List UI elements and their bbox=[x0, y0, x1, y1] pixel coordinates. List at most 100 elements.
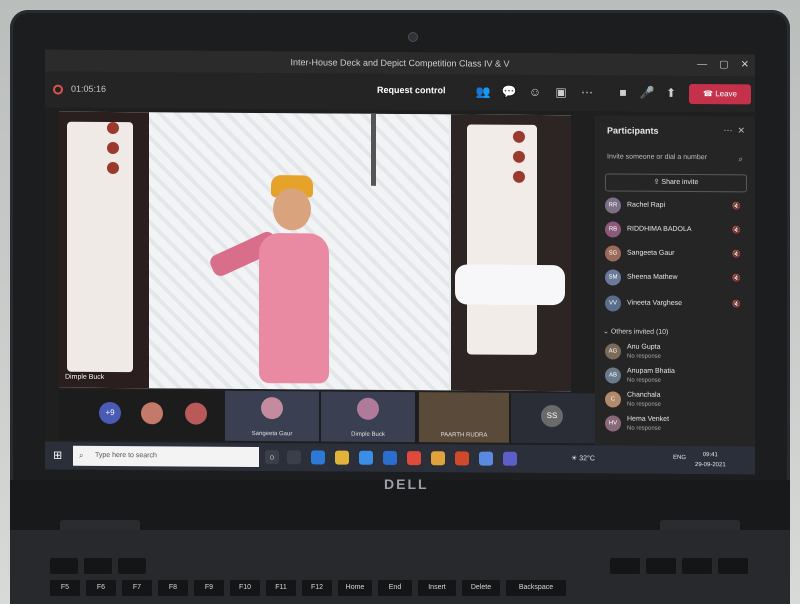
request-control-button[interactable]: Request control bbox=[377, 85, 446, 95]
invited-status: No response bbox=[627, 425, 662, 432]
mic-off-icon[interactable]: 🎤 bbox=[639, 85, 655, 101]
minimize-icon[interactable]: — bbox=[697, 54, 707, 76]
participant-row[interactable]: SG Sangeeta Gaur 🔇 bbox=[603, 243, 751, 266]
app-icon[interactable] bbox=[431, 451, 445, 466]
others-invited-header[interactable]: ⌄ Others invited (10) bbox=[603, 327, 668, 335]
phone-icon: ☎ bbox=[703, 89, 716, 99]
window-title: Inter-House Deck and Depict Competition … bbox=[290, 57, 510, 69]
rope bbox=[371, 113, 376, 186]
invited-row[interactable]: AB Anupam Bhatia No response bbox=[603, 365, 751, 388]
invited-row[interactable]: C Chanchala No response bbox=[603, 389, 751, 412]
windows-start-icon[interactable]: ⊞ bbox=[53, 450, 65, 462]
participant-row[interactable]: RB RIDDHIMA BADOLA 🔇 bbox=[603, 219, 751, 242]
avatar: SG bbox=[605, 245, 621, 262]
avatar: C bbox=[605, 391, 621, 408]
gallery-tile[interactable]: Dimple Buck bbox=[321, 391, 415, 443]
taskbar-search-placeholder: Type here to search bbox=[95, 451, 157, 460]
laptop-keyboard: F5 F6 F7 F8 F9 F10 F11 F12 Home End Inse… bbox=[10, 530, 790, 604]
mic-off-icon: 🔇 bbox=[732, 301, 741, 309]
keyboard-key[interactable]: Delete bbox=[462, 580, 500, 596]
participant-name: Sangeeta Gaur bbox=[627, 249, 675, 257]
keyboard-key[interactable]: F5 bbox=[50, 580, 80, 596]
rooms-icon[interactable]: ▣ bbox=[553, 84, 569, 100]
participant-row[interactable]: RR Rachel Rapi 🔇 bbox=[603, 195, 751, 218]
weather-widget[interactable]: ☀ 32°C bbox=[571, 454, 595, 462]
participant-row[interactable]: VV Vineeta Varghese 🔇 bbox=[603, 293, 751, 316]
avatar[interactable] bbox=[185, 402, 207, 425]
keyboard-key[interactable] bbox=[718, 558, 748, 574]
gallery-tile[interactable]: Sangeeta Gaur bbox=[225, 390, 319, 442]
invited-row[interactable]: AG Anu Gupta No response bbox=[603, 341, 751, 364]
keyboard-key[interactable] bbox=[118, 558, 146, 574]
keyboard-key[interactable]: F10 bbox=[230, 580, 260, 596]
invited-status: No response bbox=[627, 377, 662, 384]
others-invited-label: Others invited (10) bbox=[610, 328, 669, 336]
keyboard-key[interactable]: Insert bbox=[418, 580, 456, 596]
invited-status: No response bbox=[627, 401, 662, 408]
language-indicator[interactable]: ENG bbox=[673, 455, 686, 461]
close-icon[interactable]: ✕ bbox=[741, 54, 749, 76]
store-icon[interactable] bbox=[359, 450, 373, 465]
taskbar-clock[interactable]: 09:41 29-09-2021 bbox=[695, 450, 726, 470]
camera-icon[interactable]: ■ bbox=[615, 85, 631, 101]
keyboard-key[interactable]: F8 bbox=[158, 580, 188, 596]
keyboard-key[interactable]: Backspace bbox=[506, 580, 566, 596]
girl-head bbox=[273, 188, 311, 231]
close-panel-icon[interactable]: ✕ bbox=[737, 125, 745, 135]
invited-name: Chanchala bbox=[627, 391, 661, 399]
maximize-icon[interactable]: ▢ bbox=[719, 54, 728, 76]
keyboard-key[interactable]: F6 bbox=[86, 580, 116, 596]
chat-icon[interactable]: 💬 bbox=[501, 84, 517, 100]
office-icon[interactable] bbox=[455, 451, 469, 466]
participants-title: Participants bbox=[607, 125, 659, 136]
mic-off-icon: 🔇 bbox=[732, 275, 741, 283]
edge-icon[interactable] bbox=[311, 450, 325, 465]
reactions-icon[interactable]: ☺ bbox=[527, 84, 543, 100]
gallery-tile[interactable]: SS bbox=[511, 392, 595, 444]
invited-name: Anu Gupta bbox=[627, 343, 661, 351]
taskbar-search-input[interactable]: ⌕ Type here to search bbox=[73, 445, 259, 468]
chrome-icon[interactable] bbox=[407, 451, 421, 466]
more-actions-icon[interactable]: ⋯ bbox=[579, 84, 595, 100]
more-participants-badge[interactable]: +9 bbox=[99, 401, 121, 425]
weather-icon: ☀ bbox=[571, 455, 580, 463]
task-view-icon[interactable] bbox=[287, 450, 301, 465]
keyboard-key[interactable] bbox=[646, 558, 676, 574]
keyboard-key[interactable]: F12 bbox=[302, 580, 332, 596]
mail-icon[interactable] bbox=[383, 450, 397, 465]
dell-logo: DELL bbox=[384, 476, 429, 492]
weather-temp: 32°C bbox=[579, 455, 595, 463]
leave-button[interactable]: ☎ Leave bbox=[689, 84, 751, 105]
share-invite-button[interactable]: ⇪ Share invite bbox=[605, 173, 747, 193]
keyboard-key[interactable]: F7 bbox=[122, 580, 152, 596]
video-name-tag: Dimple Buck bbox=[65, 373, 105, 381]
cortana-icon[interactable]: ○ bbox=[265, 450, 279, 465]
participant-name: Sheena Mathew bbox=[627, 273, 678, 281]
keyboard-key[interactable] bbox=[50, 558, 78, 574]
share-screen-icon[interactable]: ⬆ bbox=[663, 85, 679, 101]
avatar: RR bbox=[605, 197, 621, 214]
keyboard-key[interactable] bbox=[682, 558, 712, 574]
file-explorer-icon[interactable] bbox=[335, 450, 349, 465]
teams-icon[interactable] bbox=[503, 451, 517, 466]
keyboard-key[interactable]: End bbox=[378, 580, 412, 596]
app-icon[interactable] bbox=[479, 451, 493, 466]
invited-row[interactable]: HV Hema Venket No response bbox=[603, 413, 751, 436]
avatar: SS bbox=[541, 404, 563, 428]
gallery-tile[interactable]: PAARTH RUDRA bbox=[419, 392, 509, 443]
keyboard-key[interactable] bbox=[610, 558, 640, 574]
participant-row[interactable]: SM Sheena Mathew 🔇 bbox=[603, 267, 751, 290]
participant-name: RIDDHIMA BADOLA bbox=[627, 225, 692, 234]
invite-input[interactable]: Invite someone or dial a number ⌕ bbox=[607, 153, 747, 163]
keyboard-key[interactable]: Home bbox=[338, 580, 372, 596]
door-right bbox=[451, 114, 571, 392]
clock-date: 29-09-2021 bbox=[695, 462, 726, 469]
avatar: RB bbox=[605, 221, 621, 238]
keyboard-key[interactable]: F11 bbox=[266, 580, 296, 596]
more-options-icon[interactable]: ⋯ bbox=[723, 125, 732, 135]
girl-costume bbox=[259, 233, 329, 384]
avatar[interactable] bbox=[141, 402, 163, 425]
keyboard-key[interactable] bbox=[84, 558, 112, 574]
participants-icon[interactable]: 👥 bbox=[475, 84, 491, 100]
keyboard-key[interactable]: F9 bbox=[194, 580, 224, 596]
